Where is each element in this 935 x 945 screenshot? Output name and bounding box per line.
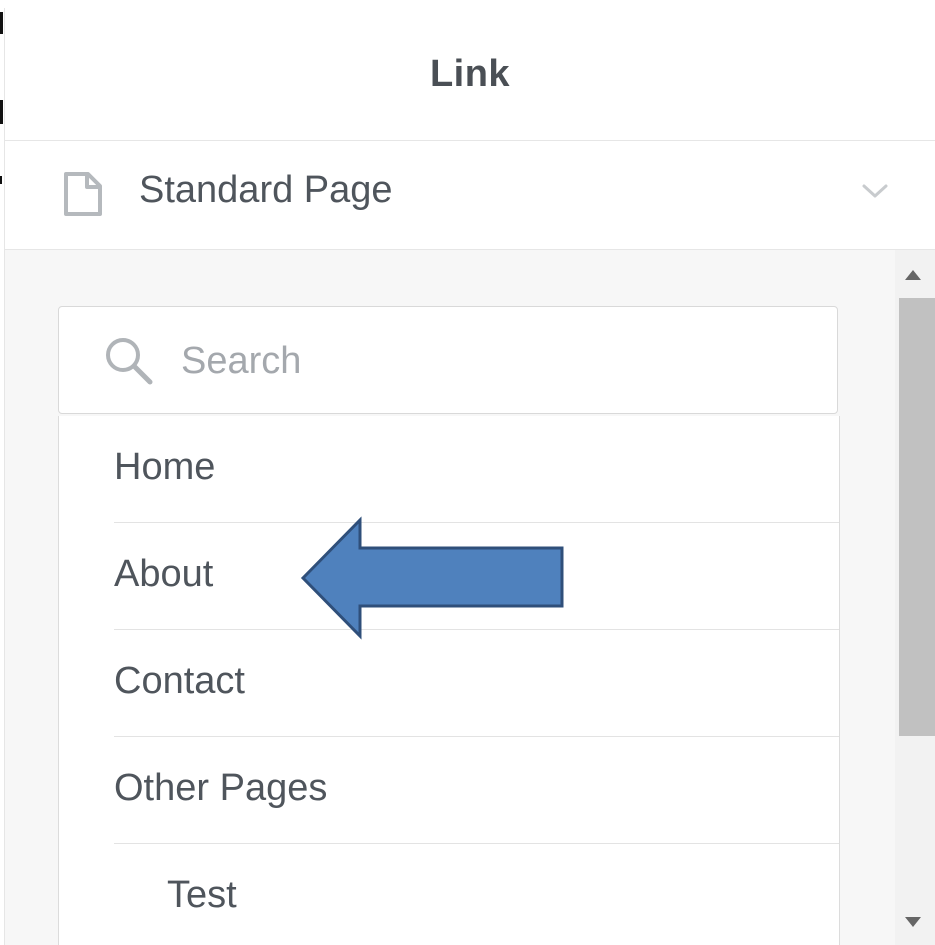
search-field[interactable] [58, 306, 838, 414]
page-item-label: Contact [114, 660, 245, 702]
scroll-down-arrow-icon[interactable] [905, 917, 921, 927]
panel-header: Link [4, 8, 935, 141]
edge-artifact [0, 176, 2, 184]
link-type-label: Standard Page [139, 169, 393, 211]
search-icon [106, 338, 153, 385]
scroll-up-arrow-icon[interactable] [905, 270, 921, 280]
page-item-home[interactable]: Home [114, 416, 839, 523]
page-list: Home About Contact Other Pages Test [58, 416, 840, 945]
page-item-label: Home [114, 446, 216, 488]
chevron-down-icon[interactable] [861, 181, 889, 201]
page-item-other-pages[interactable]: Other Pages [114, 737, 839, 844]
edge-artifact [0, 12, 3, 34]
scrollbar-thumb[interactable] [899, 298, 935, 736]
document-icon [64, 172, 102, 216]
link-panel: Link Standard Page Home About [0, 0, 935, 945]
edge-artifact [0, 100, 3, 124]
page-picker-body: Home About Contact Other Pages Test [4, 250, 935, 945]
scrollbar[interactable] [895, 250, 935, 945]
page-item-label: About [114, 553, 214, 595]
page-item-label: Test [167, 874, 237, 916]
link-type-select[interactable]: Standard Page [4, 141, 935, 250]
page-item-contact[interactable]: Contact [114, 630, 839, 737]
page-item-about[interactable]: About [114, 523, 839, 630]
page-item-test[interactable]: Test [114, 844, 839, 945]
search-input[interactable] [179, 325, 783, 397]
page-item-label: Other Pages [114, 767, 328, 809]
panel-title: Link [429, 52, 511, 95]
